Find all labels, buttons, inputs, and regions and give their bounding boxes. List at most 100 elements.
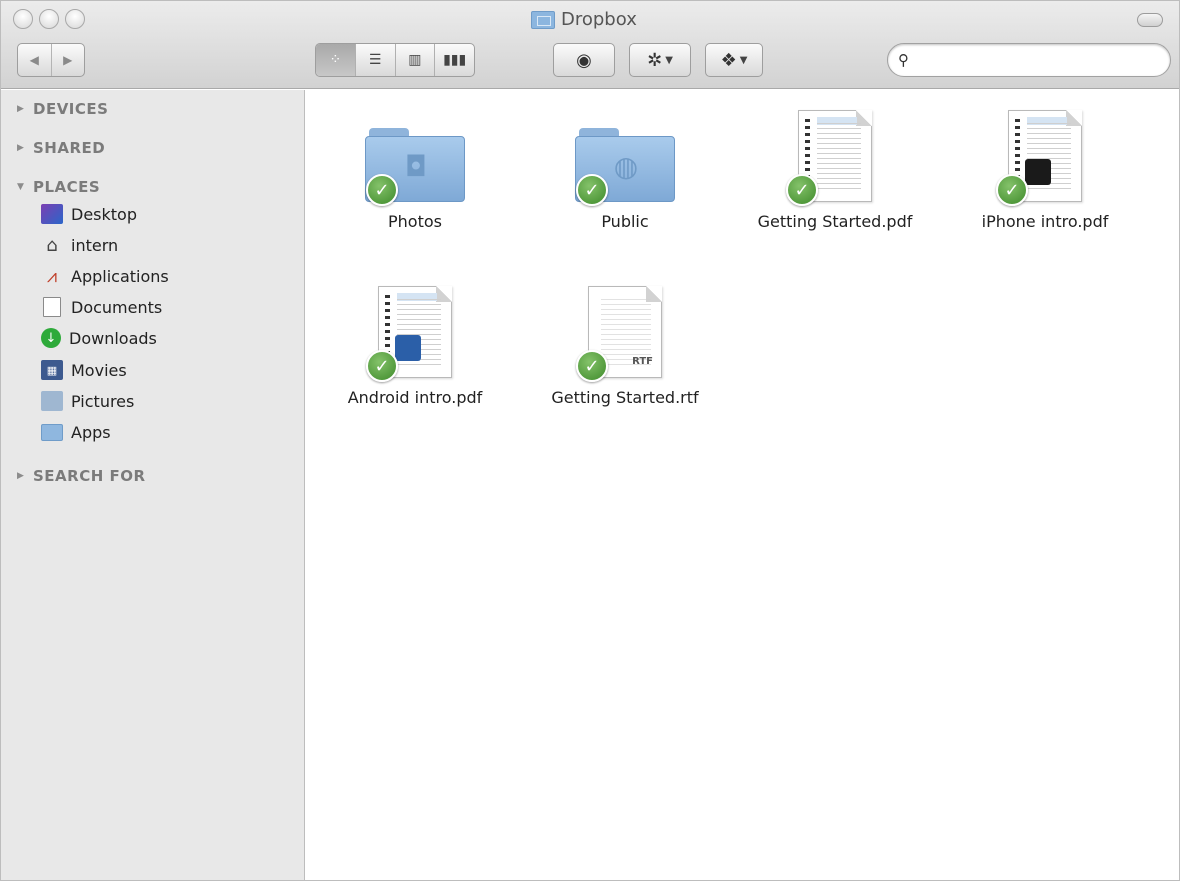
disclosure-triangle-icon: ▶ [17, 471, 25, 481]
forward-arrow-icon: ▶ [63, 53, 73, 67]
sidebar-section-label: SHARED [33, 139, 106, 157]
sidebar-item-label: Applications [71, 266, 169, 286]
quick-look-button[interactable]: ◉ [553, 43, 615, 77]
sidebar-item-movies[interactable]: ▦ Movies [41, 360, 127, 380]
file-name: Getting Started.rtf [551, 388, 699, 407]
disclosure-triangle-icon: ▶ [17, 143, 25, 153]
sidebar-item-label: intern [71, 235, 119, 255]
search-input[interactable] [915, 52, 1170, 68]
forward-button[interactable]: ▶ [50, 44, 85, 76]
window-title-text: Dropbox [561, 9, 637, 30]
synced-check-icon: ✓ [576, 350, 608, 382]
sidebar-item-intern[interactable]: ⌂ intern [41, 234, 119, 256]
sidebar-item-desktop[interactable]: Desktop [41, 204, 137, 224]
dropbox-icon: ❖ [720, 49, 737, 71]
sidebar-item-applications[interactable]: ⩘ Applications [41, 265, 169, 287]
sidebar-item-label: Movies [71, 360, 127, 380]
sidebar-item-label: Apps [71, 423, 111, 442]
coverflow-view-icon: ▮▮▮ [443, 52, 467, 68]
sidebar: ▶ DEVICES ▶ SHARED ▼ PLACES Desktop ⌂ in… [1, 90, 305, 880]
camera-icon: ◘ [404, 150, 428, 183]
window-title: Dropbox [531, 9, 637, 30]
sidebar-item-label: Pictures [71, 391, 135, 411]
synced-check-icon: ✓ [786, 174, 818, 206]
icon-view-icon: ⁘ [329, 52, 342, 68]
sidebar-item-label: Documents [71, 297, 163, 317]
close-window-button[interactable] [13, 9, 33, 29]
sidebar-item-label: Downloads [69, 328, 157, 348]
synced-check-icon: ✓ [996, 174, 1028, 206]
toolbar: Dropbox ◀ ▶ ⁘ ☰ ▥ ▮▮▮ ◉ ✲ ▼ ❖ ▼ ⚲ [1, 1, 1179, 89]
pdf-document-icon: ✓ [990, 102, 1100, 206]
synced-check-icon: ✓ [576, 174, 608, 206]
file-name: Public [601, 212, 649, 231]
sidebar-section-label: SEARCH FOR [33, 467, 146, 485]
finder-window: Dropbox ◀ ▶ ⁘ ☰ ▥ ▮▮▮ ◉ ✲ ▼ ❖ ▼ ⚲ ▶ DEVI… [0, 0, 1180, 881]
file-name: Android intro.pdf [347, 388, 483, 407]
sidebar-section-label: DEVICES [33, 100, 109, 118]
chevron-down-icon: ▼ [739, 54, 748, 66]
view-mode-control: ⁘ ☰ ▥ ▮▮▮ [315, 43, 475, 77]
minimize-window-button[interactable] [39, 9, 59, 29]
sidebar-section-label: PLACES [33, 178, 101, 196]
column-view-icon: ▥ [408, 52, 422, 68]
icon-view-button[interactable]: ⁘ [316, 44, 355, 76]
movies-icon: ▦ [41, 360, 63, 380]
sidebar-section-shared[interactable]: ▶ SHARED [17, 139, 105, 157]
sidebar-item-label: Desktop [71, 204, 137, 224]
file-item-android-intro-pdf[interactable]: ✓ Android intro.pdf [310, 278, 520, 407]
synced-check-icon: ✓ [366, 174, 398, 206]
back-button[interactable]: ◀ [18, 44, 51, 76]
file-item-iphone-intro-pdf[interactable]: ✓ iPhone intro.pdf [940, 102, 1150, 231]
window-controls [13, 9, 85, 29]
sidebar-section-devices[interactable]: ▶ DEVICES [17, 100, 108, 118]
file-item-getting-started-rtf[interactable]: RTF ✓ Getting Started.rtf [520, 278, 730, 407]
folder-icon [41, 424, 63, 441]
pdf-document-icon: ✓ [780, 102, 890, 206]
search-icon: ⚲ [898, 51, 909, 69]
gear-icon: ✲ [647, 49, 663, 71]
list-view-button[interactable]: ☰ [354, 44, 395, 76]
sidebar-section-search-for[interactable]: ▶ SEARCH FOR [17, 467, 146, 485]
folder-icon: ◘ ✓ [360, 102, 470, 206]
zoom-window-button[interactable] [65, 9, 85, 29]
dropbox-folder-icon [531, 10, 555, 29]
file-browser: ◘ ✓ Photos ◍ ✓ Public ✓ Getting Started.… [306, 90, 1179, 880]
sidebar-item-pictures[interactable]: Pictures [41, 391, 134, 411]
column-view-button[interactable]: ▥ [394, 44, 435, 76]
disclosure-triangle-expanded-icon: ▼ [17, 182, 25, 192]
toolbar-toggle-button[interactable] [1137, 13, 1163, 27]
coverflow-view-button[interactable]: ▮▮▮ [434, 44, 474, 76]
folder-icon: ◍ ✓ [570, 102, 680, 206]
rtf-badge: RTF [632, 356, 653, 367]
file-item-public[interactable]: ◍ ✓ Public [520, 102, 730, 231]
eye-icon: ◉ [576, 49, 592, 71]
pictures-icon [41, 391, 63, 411]
dropbox-menu-button[interactable]: ❖ ▼ [705, 43, 763, 77]
downloads-icon: ↓ [41, 328, 61, 348]
back-forward-control: ◀ ▶ [17, 43, 85, 77]
pdf-document-icon: ✓ [360, 278, 470, 382]
rtf-document-icon: RTF ✓ [570, 278, 680, 382]
synced-check-icon: ✓ [366, 350, 398, 382]
file-name: Photos [388, 212, 442, 231]
sidebar-section-places[interactable]: ▼ PLACES [17, 178, 100, 196]
file-item-photos[interactable]: ◘ ✓ Photos [310, 102, 520, 231]
desktop-icon [41, 204, 63, 224]
disclosure-triangle-icon: ▶ [17, 104, 25, 114]
sidebar-item-documents[interactable]: Documents [41, 297, 162, 317]
sidebar-item-downloads[interactable]: ↓ Downloads [41, 328, 157, 348]
chevron-down-icon: ▼ [665, 54, 673, 66]
file-item-getting-started-pdf[interactable]: ✓ Getting Started.pdf [730, 102, 940, 231]
documents-icon [41, 297, 63, 317]
globe-icon: ◍ [613, 150, 639, 183]
home-icon: ⌂ [46, 234, 58, 256]
back-arrow-icon: ◀ [29, 53, 39, 67]
action-menu-button[interactable]: ✲ ▼ [629, 43, 691, 77]
file-name: Getting Started.pdf [757, 212, 913, 231]
file-name: iPhone intro.pdf [981, 212, 1109, 231]
search-field[interactable]: ⚲ [887, 43, 1171, 77]
applications-icon: ⩘ [46, 265, 58, 287]
sidebar-item-apps[interactable]: Apps [41, 423, 111, 442]
list-view-icon: ☰ [368, 52, 382, 68]
